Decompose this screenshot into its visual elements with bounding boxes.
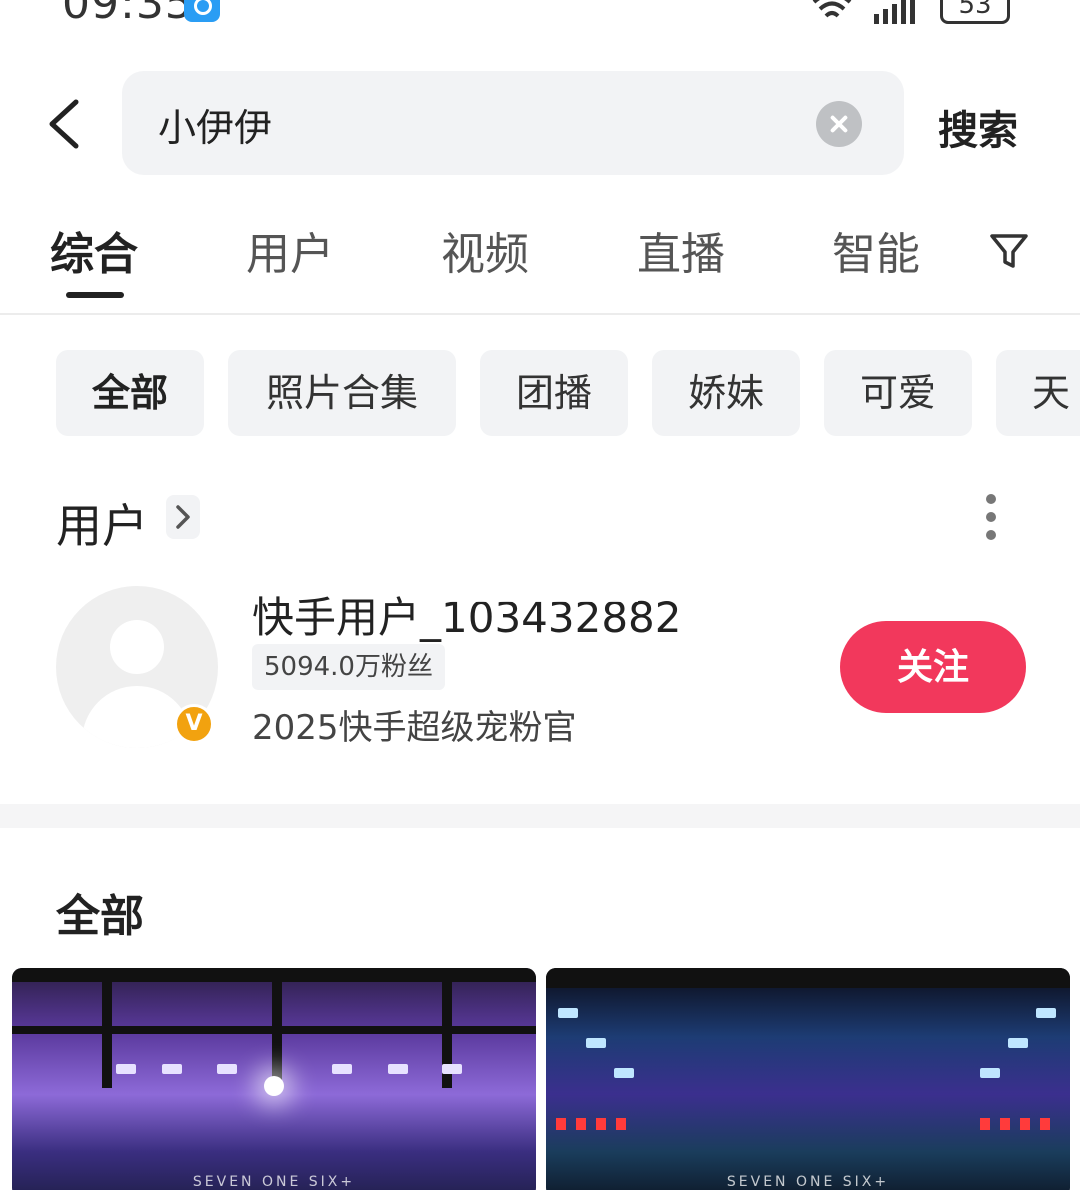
thumbnail-caption: SEVEN ONE SIX+ bbox=[726, 1174, 890, 1190]
clear-icon[interactable] bbox=[816, 101, 862, 147]
back-arrow-icon[interactable] bbox=[40, 96, 94, 152]
tab-all[interactable]: 综合 bbox=[50, 218, 138, 282]
chip-tian[interactable]: 天 bbox=[996, 350, 1080, 436]
all-section-title: 全部 bbox=[56, 891, 144, 942]
status-bar: 09:35 53 bbox=[0, 0, 1080, 40]
search-button[interactable]: 搜索 bbox=[938, 98, 1018, 156]
tab-smart[interactable]: 智能 bbox=[832, 218, 920, 282]
follow-button[interactable]: 关注 bbox=[840, 621, 1026, 713]
tab-bar: 综合 用户 视频 直播 智能 bbox=[0, 218, 1080, 314]
tab-users[interactable]: 用户 bbox=[246, 218, 334, 282]
chevron-right-icon[interactable] bbox=[166, 495, 200, 539]
video-thumbnail[interactable]: SEVEN ONE SIX+ bbox=[546, 968, 1070, 1190]
search-box[interactable]: 小伊伊 bbox=[122, 71, 904, 175]
filter-chips: 全部 照片合集 团播 娇妹 可爱 天 bbox=[0, 350, 1080, 436]
chip-photo-collection[interactable]: 照片合集 bbox=[228, 350, 456, 436]
name-redaction-blur bbox=[448, 578, 638, 602]
users-section-title[interactable]: 用户 bbox=[56, 490, 148, 556]
user-description: 2025快手超级宠粉官 bbox=[252, 708, 577, 748]
avatar-placeholder-head bbox=[110, 620, 164, 674]
fan-count-badge: 5094.0万粉丝 bbox=[252, 644, 445, 690]
section-separator bbox=[0, 804, 1080, 828]
status-time: 09:35 bbox=[62, 0, 194, 29]
search-app-icon bbox=[184, 0, 220, 22]
verified-badge-icon: V bbox=[174, 704, 214, 744]
tab-videos[interactable]: 视频 bbox=[441, 218, 529, 282]
video-thumbnail[interactable]: SEVEN ONE SIX+ bbox=[12, 968, 536, 1190]
signal-icon bbox=[874, 0, 915, 24]
tab-active-indicator bbox=[66, 292, 124, 298]
wifi-icon bbox=[812, 0, 852, 18]
tab-live[interactable]: 直播 bbox=[637, 218, 725, 282]
battery-level: 53 bbox=[958, 0, 992, 20]
battery-icon: 53 bbox=[940, 0, 1010, 24]
chip-all[interactable]: 全部 bbox=[56, 350, 204, 436]
more-options-icon[interactable] bbox=[984, 494, 998, 540]
chip-group-live[interactable]: 团播 bbox=[480, 350, 628, 436]
search-input[interactable]: 小伊伊 bbox=[158, 97, 272, 152]
filter-icon[interactable] bbox=[988, 230, 1030, 272]
tabs-divider bbox=[0, 313, 1080, 315]
chip-jiaomei[interactable]: 娇妹 bbox=[652, 350, 800, 436]
chip-cute[interactable]: 可爱 bbox=[824, 350, 972, 436]
thumbnail-caption: SEVEN ONE SIX+ bbox=[192, 1174, 356, 1190]
